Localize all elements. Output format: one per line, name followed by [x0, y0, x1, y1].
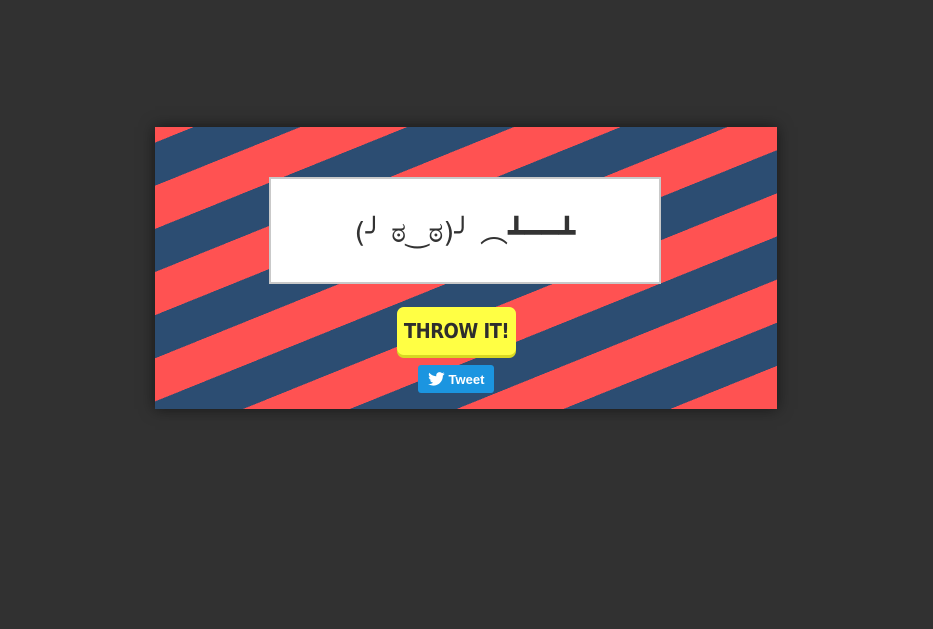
tweet-button[interactable]: Tweet	[418, 365, 494, 393]
tweet-label: Tweet	[448, 371, 485, 387]
throw-it-button[interactable]: THROW IT!	[397, 307, 516, 355]
emoticon-display: (╯ ಠ‿ಠ)╯ ︵┻━━┻	[269, 177, 661, 284]
emoticon-text: (╯ ಠ‿ಠ)╯ ︵┻━━┻	[354, 215, 576, 249]
table-flip-card: (╯ ಠ‿ಠ)╯ ︵┻━━┻ THROW IT! Tweet	[155, 127, 777, 409]
twitter-bird-icon	[427, 372, 445, 386]
